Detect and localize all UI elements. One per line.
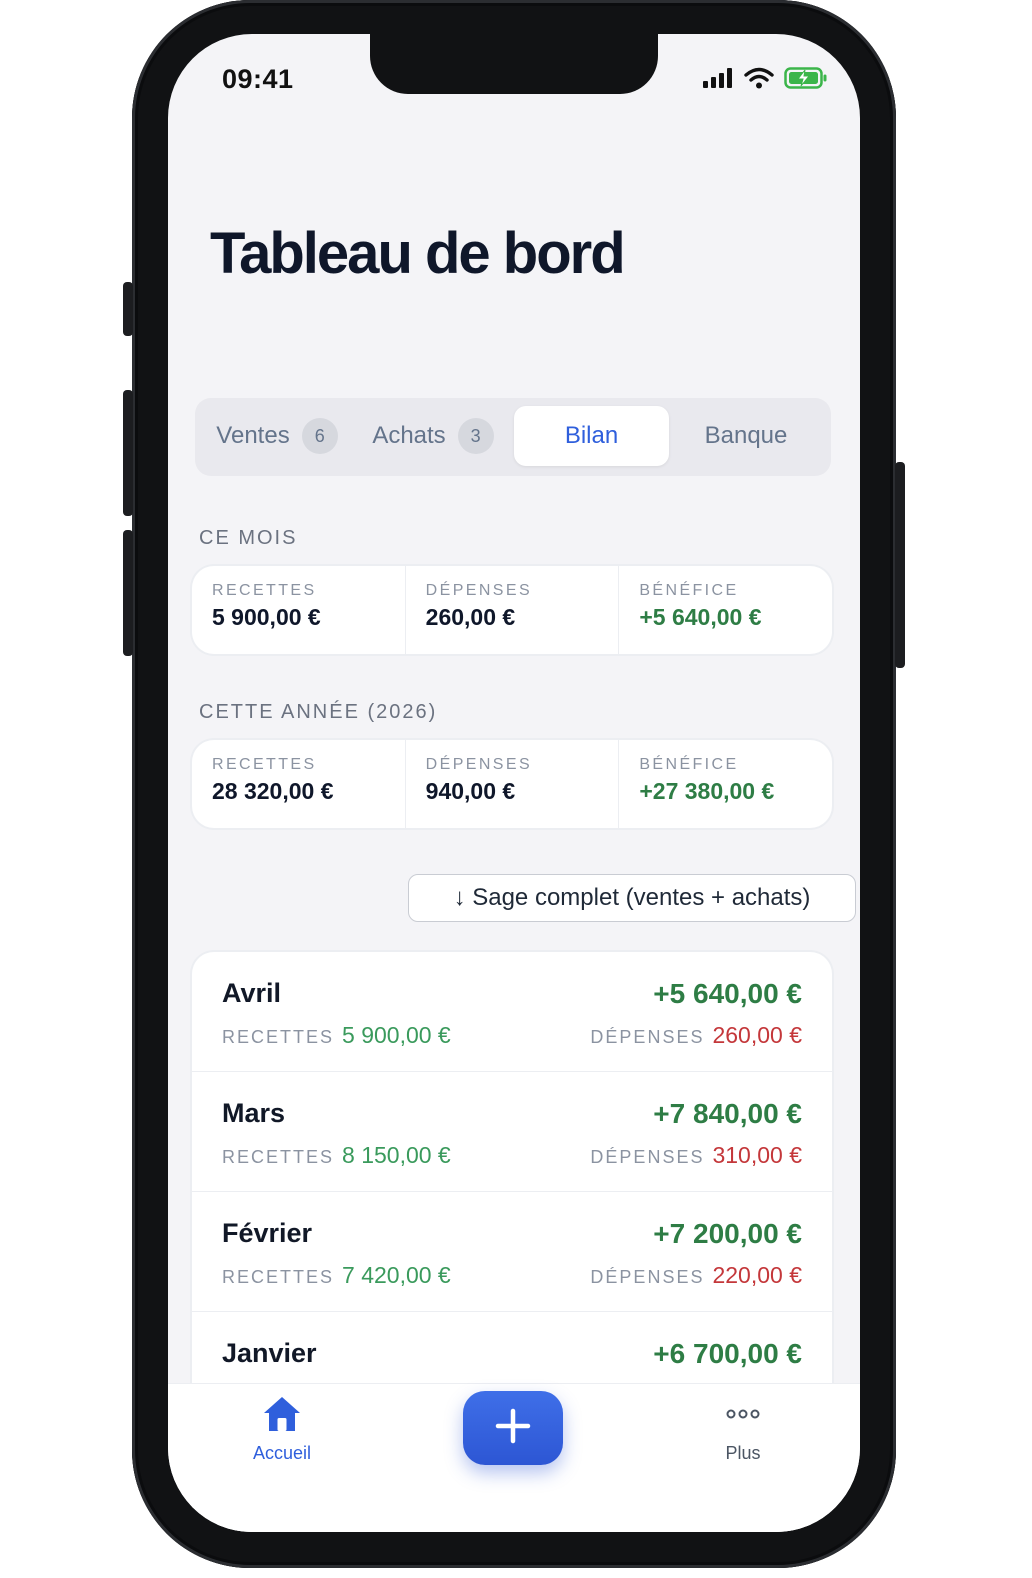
month-row-fevrier[interactable]: Février +7 200,00 € RECETTES 7 420,00 € D…	[192, 1192, 832, 1312]
month-income: RECETTES 8 150,00 €	[222, 1142, 451, 1169]
month-expense: DÉPENSES 260,00 €	[590, 1022, 802, 1049]
battery-charging-icon	[784, 66, 828, 95]
status-time: 09:41	[222, 64, 294, 94]
expense-value: 260,00 €	[712, 1022, 802, 1048]
status-icons	[702, 66, 828, 95]
export-button-label: ↓ Sage complet (ventes + achats)	[453, 884, 811, 911]
stat-value: 28 320,00 €	[212, 778, 334, 804]
house-icon	[261, 1394, 303, 1439]
stat-recettes: RECETTES 28 320,00 €	[192, 740, 406, 828]
stat-value: +5 640,00 €	[639, 604, 762, 630]
expense-label: DÉPENSES	[590, 1147, 705, 1167]
month-profit: +6 700,00 €	[653, 1338, 802, 1369]
tab-achats[interactable]: Achats 3	[359, 406, 507, 466]
tab-ventes[interactable]: Ventes 6	[203, 406, 351, 466]
month-profit: +7 200,00 €	[653, 1218, 802, 1249]
count-badge: 3	[457, 418, 494, 454]
month-income: RECETTES 5 900,00 €	[222, 1022, 451, 1049]
tab-label: Bilan	[564, 422, 619, 449]
app-screen: 09:41 Tableau de bord Ventes 6 Achats 3 …	[168, 34, 860, 1532]
month-name: Février	[222, 1218, 313, 1248]
month-profit: +5 640,00 €	[653, 978, 802, 1009]
tab-banque[interactable]: Banque	[670, 406, 822, 466]
tab-label: Achats	[372, 422, 446, 449]
stat-depenses: DÉPENSES 260,00 €	[406, 566, 620, 654]
tab-bilan[interactable]: Bilan	[514, 406, 669, 466]
wifi-icon	[744, 67, 774, 94]
month-expense: DÉPENSES 220,00 €	[590, 1262, 802, 1289]
bottom-tab-bar: Accueil Plus	[168, 1383, 860, 1532]
stat-value: +27 380,00 €	[639, 778, 775, 804]
volume-down-button	[123, 530, 133, 656]
stat-value: 940,00 €	[425, 778, 516, 804]
income-value: 7 420,00 €	[342, 1262, 451, 1288]
stat-benefice: BÉNÉFICE +5 640,00 €	[619, 566, 832, 654]
stat-depenses: DÉPENSES 940,00 €	[406, 740, 620, 828]
expense-value: 220,00 €	[712, 1262, 802, 1288]
count-badge: 6	[301, 418, 338, 454]
stat-label: BÉNÉFICE	[639, 756, 739, 773]
stat-value: 5 900,00 €	[212, 604, 321, 630]
signal-icon	[702, 67, 734, 94]
stat-label: BÉNÉFICE	[639, 582, 739, 599]
volume-up-button	[123, 390, 133, 516]
income-value: 5 900,00 €	[342, 1022, 451, 1048]
tab-accueil[interactable]: Accueil	[238, 1394, 326, 1464]
month-income: RECETTES 7 420,00 €	[222, 1262, 451, 1289]
month-profit: +7 840,00 €	[653, 1098, 802, 1129]
stat-label: DÉPENSES	[425, 756, 533, 773]
income-label: RECETTES	[222, 1147, 335, 1167]
notch	[370, 34, 658, 94]
tab-label: Banque	[704, 422, 788, 449]
year-stats-card: RECETTES 28 320,00 € DÉPENSES 940,00 € B…	[192, 740, 832, 828]
export-sage-button[interactable]: ↓ Sage complet (ventes + achats)	[408, 874, 856, 922]
stat-value: 260,00 €	[425, 604, 516, 630]
tab-label: Plus	[725, 1443, 761, 1463]
month-row-mars[interactable]: Mars +7 840,00 € RECETTES 8 150,00 € DÉPE…	[192, 1072, 832, 1192]
stat-label: DÉPENSES	[425, 582, 533, 599]
section-label-month: CE MOIS	[199, 527, 298, 549]
add-button[interactable]	[463, 1391, 563, 1465]
month-name: Mars	[222, 1098, 286, 1128]
month-expense: DÉPENSES 310,00 €	[590, 1142, 802, 1169]
tab-plus[interactable]: Plus	[708, 1394, 778, 1464]
stat-label: RECETTES	[212, 582, 317, 599]
expense-value: 310,00 €	[712, 1142, 802, 1168]
plus-icon	[494, 1407, 532, 1450]
stat-benefice: BÉNÉFICE +27 380,00 €	[619, 740, 832, 828]
month-stats-card: RECETTES 5 900,00 € DÉPENSES 260,00 € BÉ…	[192, 566, 832, 654]
month-row-avril[interactable]: Avril +5 640,00 € RECETTES 5 900,00 € DÉP…	[192, 952, 832, 1072]
income-label: RECETTES	[222, 1267, 335, 1287]
tab-label: Accueil	[252, 1443, 312, 1463]
mute-switch	[123, 282, 133, 336]
segmented-control: Ventes 6 Achats 3 Bilan Banque	[195, 398, 831, 476]
ellipsis-icon	[723, 1394, 763, 1439]
month-name: Janvier	[222, 1338, 317, 1368]
page-title: Tableau de bord	[210, 221, 626, 286]
stat-label: RECETTES	[212, 756, 317, 773]
income-label: RECETTES	[222, 1027, 335, 1047]
section-label-year: CETTE ANNÉE (2026)	[199, 701, 438, 723]
tab-label: Ventes	[216, 422, 290, 449]
income-value: 8 150,00 €	[342, 1142, 451, 1168]
month-name: Avril	[222, 978, 282, 1008]
power-button	[895, 462, 905, 668]
stat-recettes: RECETTES 5 900,00 €	[192, 566, 406, 654]
expense-label: DÉPENSES	[590, 1027, 705, 1047]
expense-label: DÉPENSES	[590, 1267, 705, 1287]
